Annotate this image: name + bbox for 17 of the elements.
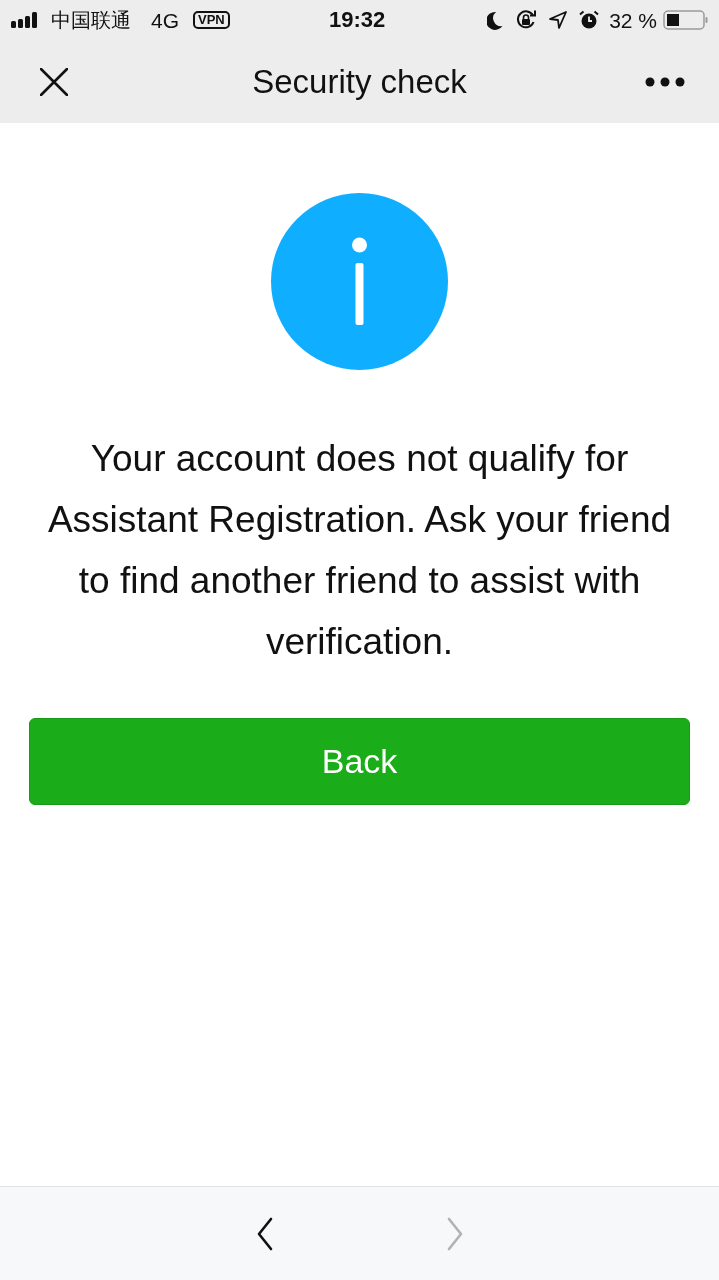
location-arrow-icon — [549, 11, 568, 29]
battery-percentage: 32 % — [609, 9, 657, 31]
message-text: Your account does not qualify for Assistant Registration. Ask your friend to find another friend to assist with verification. — [46, 437, 673, 664]
alarm-clock-icon — [579, 10, 600, 30]
info-icon — [271, 193, 448, 370]
page-title: Security check — [252, 62, 467, 101]
carrier-name: 中国联通 — [51, 10, 131, 30]
moon-icon — [487, 10, 504, 30]
back-chevron-icon[interactable] — [255, 1216, 274, 1251]
network-type: 4G — [151, 9, 179, 31]
close-icon[interactable] — [40, 67, 68, 96]
rotation-lock-icon — [515, 9, 538, 31]
more-options-icon[interactable] — [645, 76, 685, 87]
back-button[interactable]: Back — [29, 718, 690, 805]
vpn-indicator: VPN — [193, 11, 230, 29]
battery-icon — [663, 10, 708, 30]
clock-time: 19:32 — [329, 8, 386, 32]
